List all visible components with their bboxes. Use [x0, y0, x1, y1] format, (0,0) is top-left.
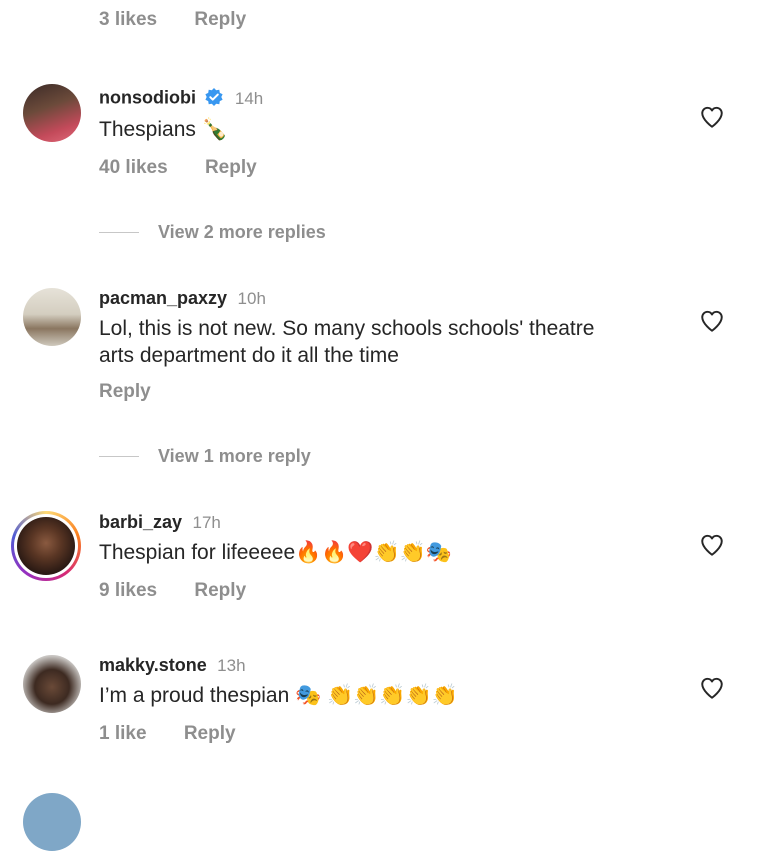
avatar[interactable] — [23, 655, 81, 713]
heart-outline-icon[interactable] — [699, 104, 725, 130]
likes-count[interactable]: 1 like — [99, 723, 147, 744]
username[interactable]: pacman_paxzy — [99, 288, 227, 308]
comment-text: I’m a proud thespian 🎭 👏👏👏👏👏 — [99, 684, 458, 707]
comment-header: pacman_paxzy 10h — [99, 288, 266, 309]
avatar[interactable] — [23, 84, 81, 142]
username[interactable]: makky.stone — [99, 655, 207, 675]
heart-outline-icon[interactable] — [699, 675, 725, 701]
view-more-replies-button[interactable]: View 2 more replies — [158, 222, 326, 243]
timestamp: 14h — [234, 88, 264, 108]
view-replies-line — [99, 232, 139, 233]
timestamp: 10h — [237, 289, 266, 308]
username[interactable]: nonsodiobi — [99, 88, 196, 108]
timestamp: 17h — [192, 513, 221, 532]
timestamp: 13h — [217, 656, 246, 675]
reply-button[interactable]: Reply — [205, 157, 257, 178]
comment-text: Thespians 🍾 — [99, 118, 228, 141]
view-more-replies-button[interactable]: View 1 more reply — [158, 446, 311, 467]
reply-button[interactable]: Reply — [184, 723, 236, 744]
view-replies-line — [99, 456, 139, 457]
comment-actions: Reply — [99, 381, 151, 403]
reply-button[interactable]: Reply — [194, 580, 246, 601]
comment-actions: 1 like Reply — [99, 723, 236, 745]
likes-count[interactable]: 40 likes — [99, 157, 168, 178]
comment-text-line: arts department do it all the time — [99, 344, 399, 367]
reply-button[interactable]: Reply — [194, 9, 246, 30]
comment-text: Thespian for lifeeeee🔥🔥❤️👏👏🎭 — [99, 541, 453, 564]
username[interactable]: barbi_zay — [99, 512, 182, 532]
reply-button[interactable]: Reply — [99, 381, 151, 402]
likes-count[interactable]: 3 likes — [99, 9, 157, 30]
comment-text: Lol, this is not new. So many schools sc… — [99, 315, 594, 369]
comment-header: nonsodiobi 14h — [99, 87, 263, 112]
comment-actions-partial: 3 likes Reply — [99, 9, 246, 31]
heart-outline-icon[interactable] — [699, 532, 725, 558]
comment-header: barbi_zay 17h — [99, 512, 221, 533]
heart-outline-icon[interactable] — [699, 308, 725, 334]
verified-badge-icon — [204, 87, 224, 112]
avatar[interactable] — [17, 517, 75, 575]
comment-actions: 9 likes Reply — [99, 580, 246, 602]
comment-actions: 40 likes Reply — [99, 157, 257, 179]
avatar[interactable] — [23, 288, 81, 346]
comment-header: makky.stone 13h — [99, 655, 246, 676]
comment-text-line: Lol, this is not new. So many schools sc… — [99, 317, 595, 340]
likes-count[interactable]: 9 likes — [99, 580, 157, 601]
avatar-partial[interactable] — [23, 793, 81, 851]
